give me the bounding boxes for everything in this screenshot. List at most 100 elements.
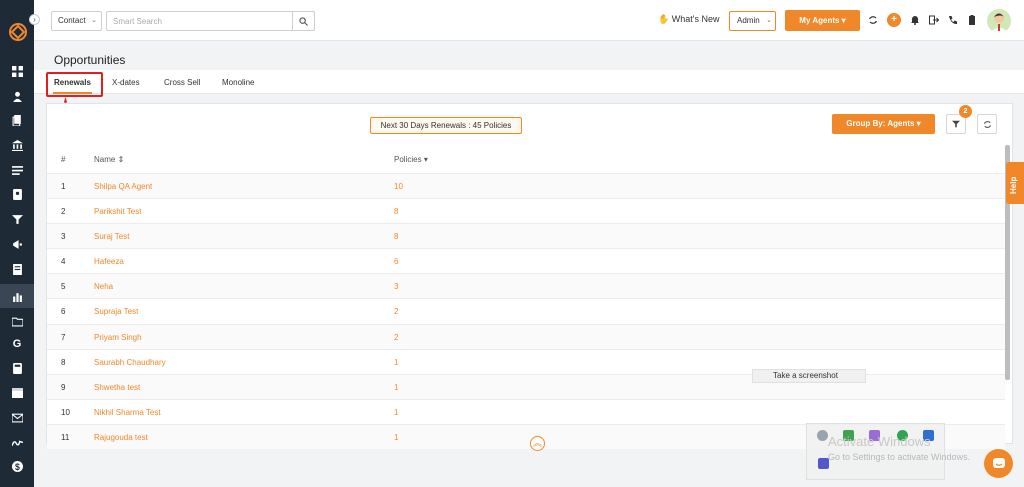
app-logo[interactable]: [8, 22, 28, 42]
filter-icon: [952, 120, 960, 128]
policies-count-link[interactable]: 1: [394, 433, 398, 442]
agent-name-link[interactable]: Hafeeza: [94, 257, 124, 266]
opportunities-chart-icon[interactable]: [0, 284, 34, 308]
sidebar-expand-icon[interactable]: ›: [29, 14, 40, 25]
agent-name-link[interactable]: Shilpa QA Agent: [94, 182, 152, 191]
chat-button[interactable]: [984, 449, 1013, 478]
policies-count-link[interactable]: 1: [394, 383, 398, 392]
admin-select[interactable]: Admin ⌄: [729, 11, 776, 31]
admin-select-value: Admin: [737, 16, 760, 25]
policies-count-link[interactable]: 10: [394, 182, 403, 191]
bank-icon[interactable]: [0, 133, 34, 157]
agent-name-link[interactable]: Parikshit Test: [94, 207, 141, 216]
double-chevron-up-icon: ︽: [532, 438, 542, 448]
refresh-button[interactable]: [977, 114, 997, 134]
filter-funnel-icon[interactable]: [0, 207, 34, 231]
search-button[interactable]: [292, 11, 315, 31]
column-header-policies-label: Policies: [394, 155, 422, 164]
table-row: 5 Neha 3: [47, 273, 1005, 299]
top-bar: Contact ⌄ ✋ What's New Admin ⌄ My Agents…: [34, 0, 1024, 41]
agent-name-link[interactable]: Suraj Test: [94, 232, 129, 241]
phone-icon[interactable]: [946, 13, 960, 27]
agent-name-link[interactable]: Neha: [94, 282, 113, 291]
renewals-summary: Next 30 Days Renewals : 45 Policies: [370, 117, 522, 134]
signature-icon[interactable]: [0, 430, 34, 454]
group-by-button[interactable]: Group By: Agents ▾: [832, 114, 935, 134]
refresh-icon: [983, 120, 991, 128]
policies-count-link[interactable]: 1: [394, 408, 398, 417]
notes-icon[interactable]: [0, 257, 34, 281]
chevron-down-icon: ⌄: [766, 17, 772, 24]
calculator-icon[interactable]: [0, 356, 34, 380]
row-number: 5: [61, 282, 66, 292]
policies-count-link[interactable]: 8: [394, 232, 398, 241]
my-agents-label: My Agents: [799, 16, 840, 25]
policies-count-link[interactable]: 8: [394, 207, 398, 216]
whats-new-link[interactable]: ✋ What's New: [658, 14, 719, 25]
logout-icon[interactable]: [927, 13, 941, 27]
agent-name-link[interactable]: Nikhil Sharma Test: [94, 408, 161, 417]
sync-icon[interactable]: [866, 13, 880, 27]
group-by-label: Group By: Agents: [846, 119, 915, 128]
dashboard-icon[interactable]: [0, 59, 34, 83]
help-label: Help: [1009, 176, 1018, 194]
filter-count-badge: 2: [959, 105, 972, 118]
svg-text:$: $: [15, 461, 20, 471]
tab-monoline[interactable]: Monoline: [222, 78, 254, 87]
help-tab[interactable]: Help: [1006, 162, 1024, 204]
annotation-highlight-box: [46, 72, 103, 97]
megaphone-icon[interactable]: [0, 232, 34, 256]
contacts-icon[interactable]: [0, 84, 34, 108]
table-row: 1 Shilpa QA Agent 10: [47, 173, 1005, 199]
row-number: 11: [61, 432, 70, 442]
smart-search-input[interactable]: [106, 11, 315, 31]
row-number: 6: [61, 307, 66, 317]
column-header-number: #: [61, 155, 66, 164]
column-header-name-label: Name: [94, 155, 116, 164]
sort-desc-icon: ▾: [423, 155, 428, 164]
add-icon[interactable]: +: [887, 13, 901, 27]
dollar-icon[interactable]: $: [0, 454, 34, 478]
table-row: 10 Nikhil Sharma Test 1: [47, 398, 1005, 424]
policies-count-link[interactable]: 3: [394, 282, 398, 291]
agent-name-link[interactable]: Supraja Test: [94, 307, 138, 316]
activate-windows-title: Activate Windows: [828, 434, 931, 449]
activate-windows-subtitle: Go to Settings to activate Windows.: [828, 452, 971, 462]
calendar-icon[interactable]: [0, 380, 34, 404]
search-icon: [299, 16, 308, 26]
agent-name-link[interactable]: Priyam Singh: [94, 333, 142, 342]
mail-icon[interactable]: [0, 405, 34, 429]
contact-select[interactable]: Contact ⌄: [51, 11, 102, 31]
scroll-to-top-button[interactable]: ︽: [530, 436, 545, 451]
tab-x-dates[interactable]: X-dates: [112, 78, 140, 87]
table-row: 3 Suraj Test 8: [47, 223, 1005, 249]
tab-cross-sell[interactable]: Cross Sell: [164, 78, 200, 87]
agent-name-link[interactable]: Rajugouda test: [94, 433, 148, 442]
column-header-policies[interactable]: Policies ▾: [394, 155, 428, 164]
agents-table-body: 1 Shilpa QA Agent 10 2 Parikshit Test 8 3 Sur…: [47, 173, 1005, 450]
screenshot-tooltip: Take a screenshot: [752, 369, 866, 383]
cloud-icon[interactable]: [817, 430, 828, 441]
folder-icon[interactable]: [0, 309, 34, 333]
contact-card-icon[interactable]: [0, 182, 34, 206]
policies-count-link[interactable]: 2: [394, 333, 398, 342]
row-number: 8: [61, 357, 66, 367]
column-header-name[interactable]: Name ⇕: [94, 155, 124, 164]
policies-count-link[interactable]: 2: [394, 307, 398, 316]
sort-icon: ⇕: [117, 155, 125, 164]
user-avatar[interactable]: [987, 9, 1011, 33]
chat-icon: [992, 457, 1005, 468]
documents-icon[interactable]: [0, 108, 34, 132]
list-icon[interactable]: [0, 158, 34, 182]
agent-name-link[interactable]: Shwetha test: [94, 383, 140, 392]
agent-name-link[interactable]: Saurabh Chaudhary: [94, 358, 166, 367]
policies-count-link[interactable]: 6: [394, 257, 398, 266]
my-agents-button[interactable]: My Agents ▾: [785, 10, 860, 31]
google-icon[interactable]: G: [0, 332, 34, 356]
bell-icon[interactable]: [908, 13, 922, 27]
row-number: 4: [61, 257, 66, 267]
policies-count-link[interactable]: 1: [394, 358, 398, 367]
clipboard-icon[interactable]: [965, 13, 979, 27]
whats-new-label: What's New: [671, 14, 720, 24]
sidebar: G $: [0, 0, 34, 487]
